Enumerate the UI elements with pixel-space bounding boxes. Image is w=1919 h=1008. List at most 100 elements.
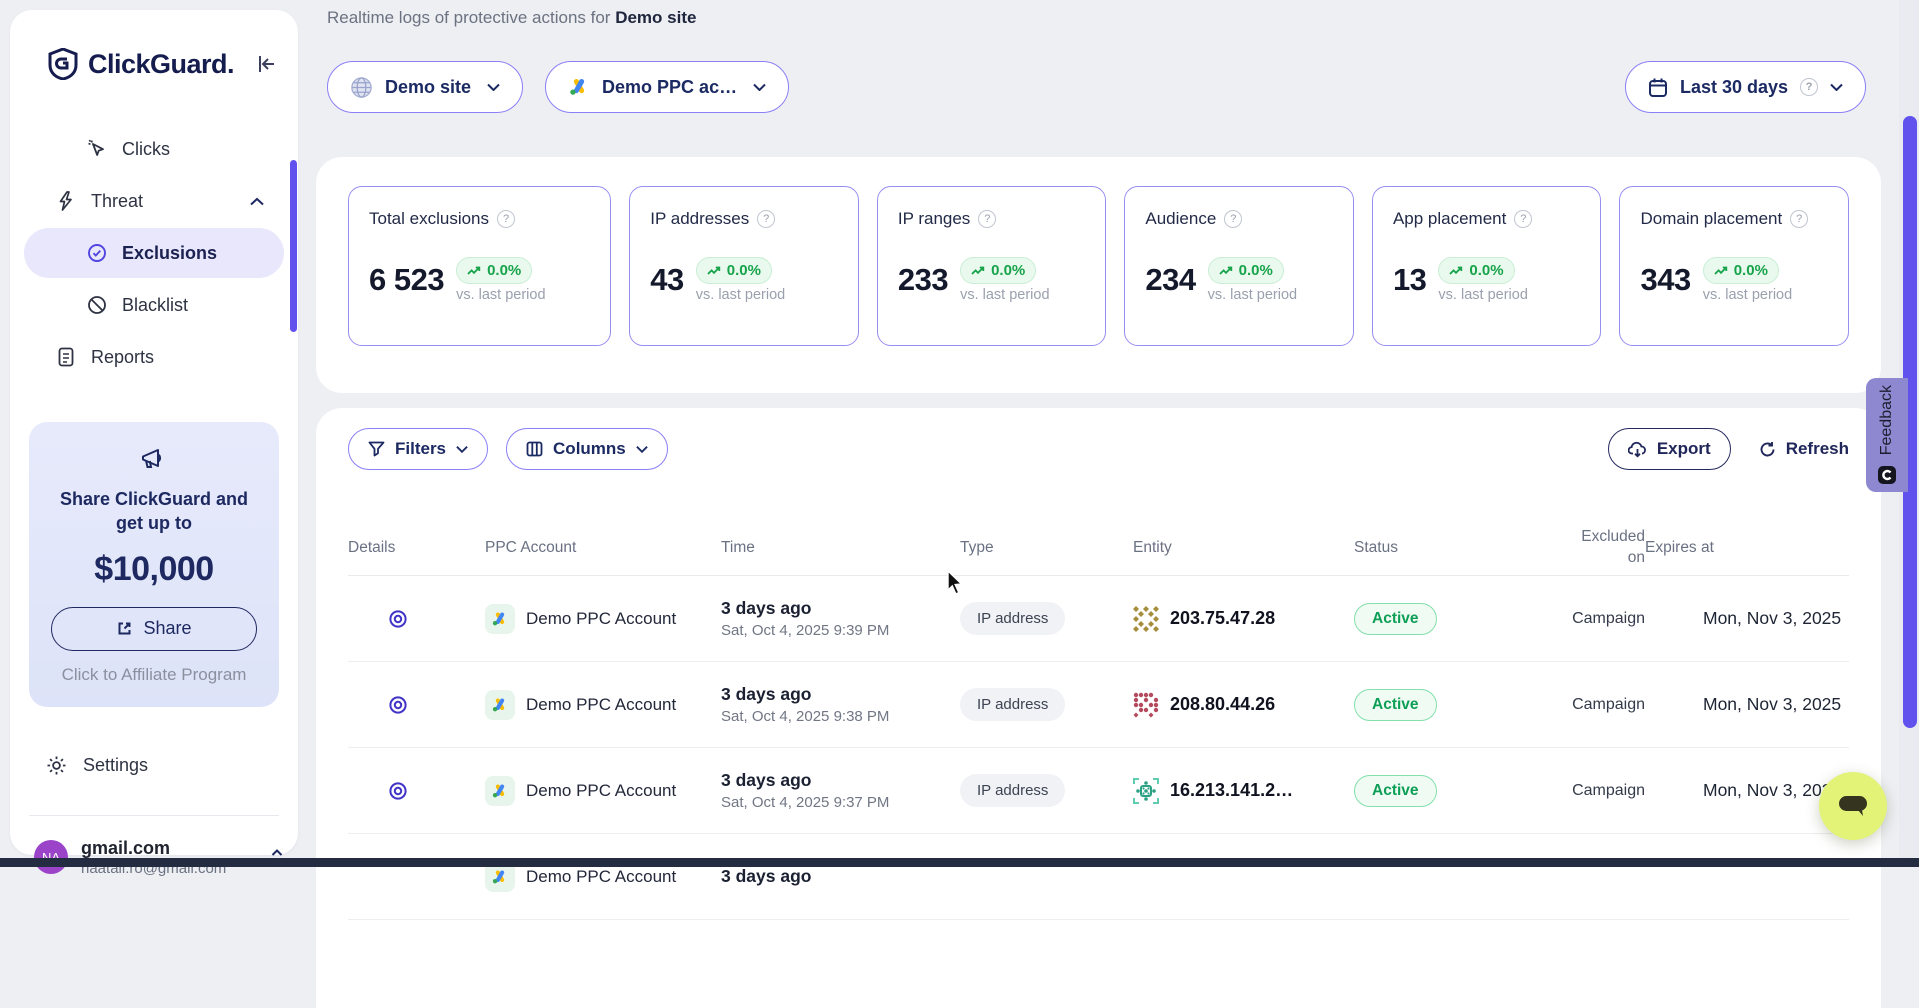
stat-delta: 0.0% [1734,262,1768,279]
stat-delta: 0.0% [1239,262,1273,279]
sidebar-item-blacklist[interactable]: Blacklist [24,280,284,330]
promo-amount: $10,000 [45,550,263,589]
type-badge: IP address [960,602,1065,635]
help-icon[interactable]: ? [1224,210,1242,228]
sidebar: ClickGuard. Clicks Threat Exclusio [10,10,298,855]
feedback-label: Feedback [1878,385,1896,455]
view-details-button[interactable] [388,781,408,801]
identicon-gold [1133,606,1159,632]
calendar-icon [1648,77,1668,98]
chevron-down-icon [456,445,468,453]
time-relative: 3 days ago [721,770,960,791]
sidebar-item-label: Threat [91,191,143,212]
eye-icon [388,781,408,801]
table-row: Demo PPC Account 3 days agoSat, Oct 4, 2… [348,748,1849,834]
user-name: gmail.com [81,838,257,859]
export-label: Export [1657,439,1711,459]
table-header: Details PPC Account Time Type Entity Sta… [348,520,1849,576]
col-time: Time [721,539,960,557]
time-absolute: Sat, Oct 4, 2025 9:38 PM [721,708,960,725]
expires-at-value: Mon, Nov 3, 2025 [1645,694,1849,715]
affiliate-link[interactable]: Click to Affiliate Program [45,665,263,685]
columns-button[interactable]: Columns [506,428,668,470]
sidebar-item-clicks[interactable]: Clicks [24,124,284,174]
filters-label: Filters [395,439,446,459]
stat-card-ip-ranges: IP ranges? 233 0.0% vs. last period [877,186,1107,346]
clickguard-shield-icon [48,48,78,80]
chat-bubble-icon [1836,791,1870,821]
entity-value: 203.75.47.28 [1170,608,1275,629]
stat-card-audience: Audience? 234 0.0% vs. last period [1124,186,1354,346]
stat-caption: vs. last period [960,287,1049,303]
help-icon[interactable]: ? [978,210,996,228]
google-ads-icon [485,604,515,634]
prohibit-icon [86,295,108,315]
help-icon[interactable]: ? [757,210,775,228]
trend-up-icon [1449,266,1463,276]
sidebar-item-reports[interactable]: Reports [24,332,284,382]
chevron-down-icon [487,83,500,91]
export-button[interactable]: Export [1608,428,1731,470]
time-relative: 3 days ago [721,598,960,619]
stat-value: 43 [650,262,683,298]
document-icon [55,347,77,367]
help-icon[interactable]: ? [1800,78,1818,96]
megaphone-icon [139,446,169,472]
table-row: Demo PPC Account 3 days ago [348,834,1849,920]
refresh-button[interactable]: Refresh [1759,439,1849,459]
sidebar-item-label: Exclusions [122,243,217,264]
time-relative: 3 days ago [721,684,960,705]
site-selector[interactable]: Demo site [327,61,523,113]
time-absolute: Sat, Oct 4, 2025 9:39 PM [721,622,960,639]
context-selectors: Demo site Demo PPC ac… [327,61,789,113]
chat-launcher-button[interactable] [1819,772,1887,840]
chevron-up-icon [250,197,264,206]
ppc-account-selector[interactable]: Demo PPC ac… [545,61,789,113]
stats-panel: Total exclusions? 6 523 0.0% vs. last pe… [316,157,1881,393]
stat-card-total-exclusions: Total exclusions? 6 523 0.0% vs. last pe… [348,186,611,346]
feedback-tab[interactable]: Feedback [1866,378,1908,492]
expires-at-value: Mon, Nov 3, 2025 [1645,780,1849,801]
status-badge: Active [1354,775,1437,807]
bottom-window-edge [0,858,1919,867]
chevron-down-icon [1830,83,1843,91]
excluded-on-value: Campaign [1570,610,1645,628]
stat-value: 13 [1393,262,1426,298]
help-icon[interactable]: ? [497,210,515,228]
col-account: PPC Account [485,539,721,557]
sidebar-item-settings[interactable]: Settings [24,743,284,789]
sidebar-collapse-icon[interactable] [256,54,278,74]
col-expires-at: Expires at [1645,539,1849,557]
google-ads-icon [568,76,590,98]
eye-icon [388,609,408,629]
stat-caption: vs. last period [456,287,545,303]
sidebar-scrollbar-thumb[interactable] [290,160,297,332]
sidebar-item-threat[interactable]: Threat [24,176,284,226]
columns-label: Columns [553,439,626,459]
stat-caption: vs. last period [1208,287,1297,303]
sidebar-item-exclusions[interactable]: Exclusions [24,228,284,278]
affiliate-promo-card[interactable]: Share ClickGuard and get up to $10,000 S… [29,422,279,707]
site-selector-value: Demo site [385,77,471,98]
gear-icon [46,755,67,776]
excluded-on-value: Campaign [1570,696,1645,714]
date-range-selector[interactable]: Last 30 days ? [1625,61,1866,113]
help-icon[interactable]: ? [1514,210,1532,228]
trend-up-icon [1219,266,1233,276]
view-details-button[interactable] [388,609,408,629]
external-link-icon [116,620,133,637]
help-icon[interactable]: ? [1790,210,1808,228]
share-button[interactable]: Share [51,607,257,651]
refresh-icon [1759,441,1776,458]
promo-text: Share ClickGuard and get up to [45,487,263,536]
view-details-button[interactable] [388,695,408,715]
col-type: Type [960,539,1133,557]
filters-button[interactable]: Filters [348,428,488,470]
subtitle-site-name: Demo site [615,8,696,27]
stat-delta: 0.0% [1469,262,1503,279]
stat-label: Audience [1145,209,1216,229]
stat-label: IP addresses [650,209,749,229]
badge-check-icon [86,243,108,263]
type-badge: IP address [960,774,1065,807]
ppc-account-name: Demo PPC Account [526,695,676,715]
